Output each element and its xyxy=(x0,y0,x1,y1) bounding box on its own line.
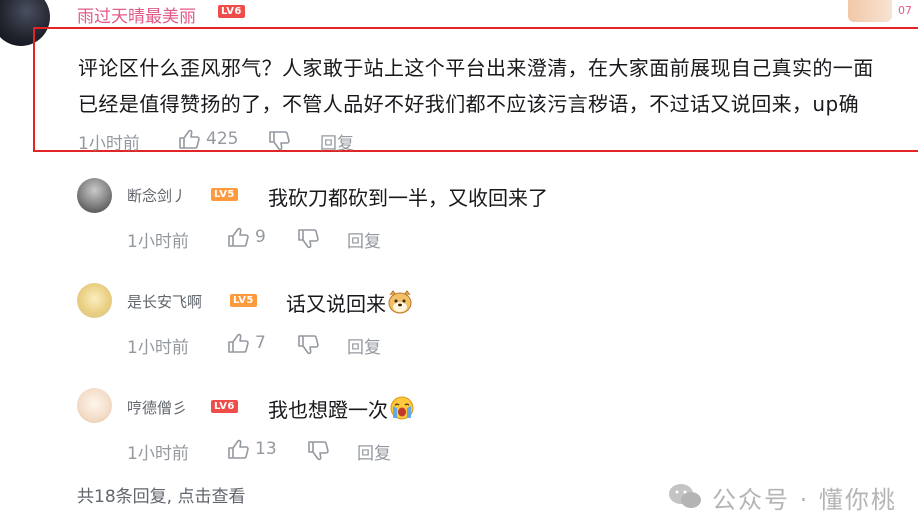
reply-time: 1小时前 xyxy=(127,338,189,358)
reply-avatar[interactable] xyxy=(77,388,112,423)
like-count: 9 xyxy=(255,227,266,247)
doge-emoji-icon xyxy=(387,290,413,319)
watermark-text: 公众号 · 懂你桃 xyxy=(712,486,897,514)
reply-button[interactable]: 回复 xyxy=(347,227,381,252)
thumbs-down-icon[interactable] xyxy=(307,441,329,461)
decoration-badge-image xyxy=(848,0,892,22)
crying-emoji-icon xyxy=(389,396,415,425)
reply-button[interactable]: 回复 xyxy=(320,129,354,154)
reply-avatar[interactable] xyxy=(77,178,112,213)
reply-username[interactable]: 是长安飞啊 xyxy=(127,291,202,312)
thumbs-up-icon[interactable] xyxy=(227,333,249,353)
level-badge: LV6 xyxy=(211,400,238,413)
like-count: 7 xyxy=(255,333,266,353)
reply-text: 我砍刀都砍到一半，又收回来了 xyxy=(268,186,548,210)
comment-text-line-1: 评论区什么歪风邪气？人家敢于站上这个平台出来澄清，在大家面前展现自己真实的一面 xyxy=(78,56,874,80)
thumbs-up-icon[interactable] xyxy=(178,129,200,149)
reply-username[interactable]: 哼德僧彡 xyxy=(127,397,187,418)
reply-username[interactable]: 断念剑丿 xyxy=(127,185,187,206)
like-count: 425 xyxy=(206,129,239,149)
comment-text-line-2: 已经是值得赞扬的了，不管人品好不好我们都不应该污言秽语，不过话又说回来，up确 xyxy=(78,92,859,116)
decoration-number: 07 xyxy=(898,4,912,17)
thumbs-up-icon[interactable] xyxy=(227,227,249,247)
reply-text: 我也想蹬一次 xyxy=(268,398,388,422)
reply-avatar[interactable] xyxy=(77,283,112,318)
comment-time: 1小时前 xyxy=(78,134,140,154)
reply-text: 话又说回来 xyxy=(286,292,386,316)
level-badge: LV6 xyxy=(218,5,245,18)
reply-time: 1小时前 xyxy=(127,444,189,464)
thumbs-down-icon[interactable] xyxy=(297,229,319,249)
thumbs-up-icon[interactable] xyxy=(227,439,249,459)
like-count: 13 xyxy=(255,439,277,459)
level-badge: LV5 xyxy=(211,188,238,201)
reply-button[interactable]: 回复 xyxy=(347,333,381,358)
level-badge: LV5 xyxy=(230,294,257,307)
reply-button[interactable]: 回复 xyxy=(357,439,391,464)
wechat-icon xyxy=(668,482,702,510)
commenter-username[interactable]: 雨过天晴最美丽 xyxy=(77,2,196,27)
view-more-replies-link[interactable]: 共18条回复, 点击查看 xyxy=(77,482,245,507)
thumbs-down-icon[interactable] xyxy=(268,131,290,151)
reply-time: 1小时前 xyxy=(127,232,189,252)
thumbs-down-icon[interactable] xyxy=(297,335,319,355)
